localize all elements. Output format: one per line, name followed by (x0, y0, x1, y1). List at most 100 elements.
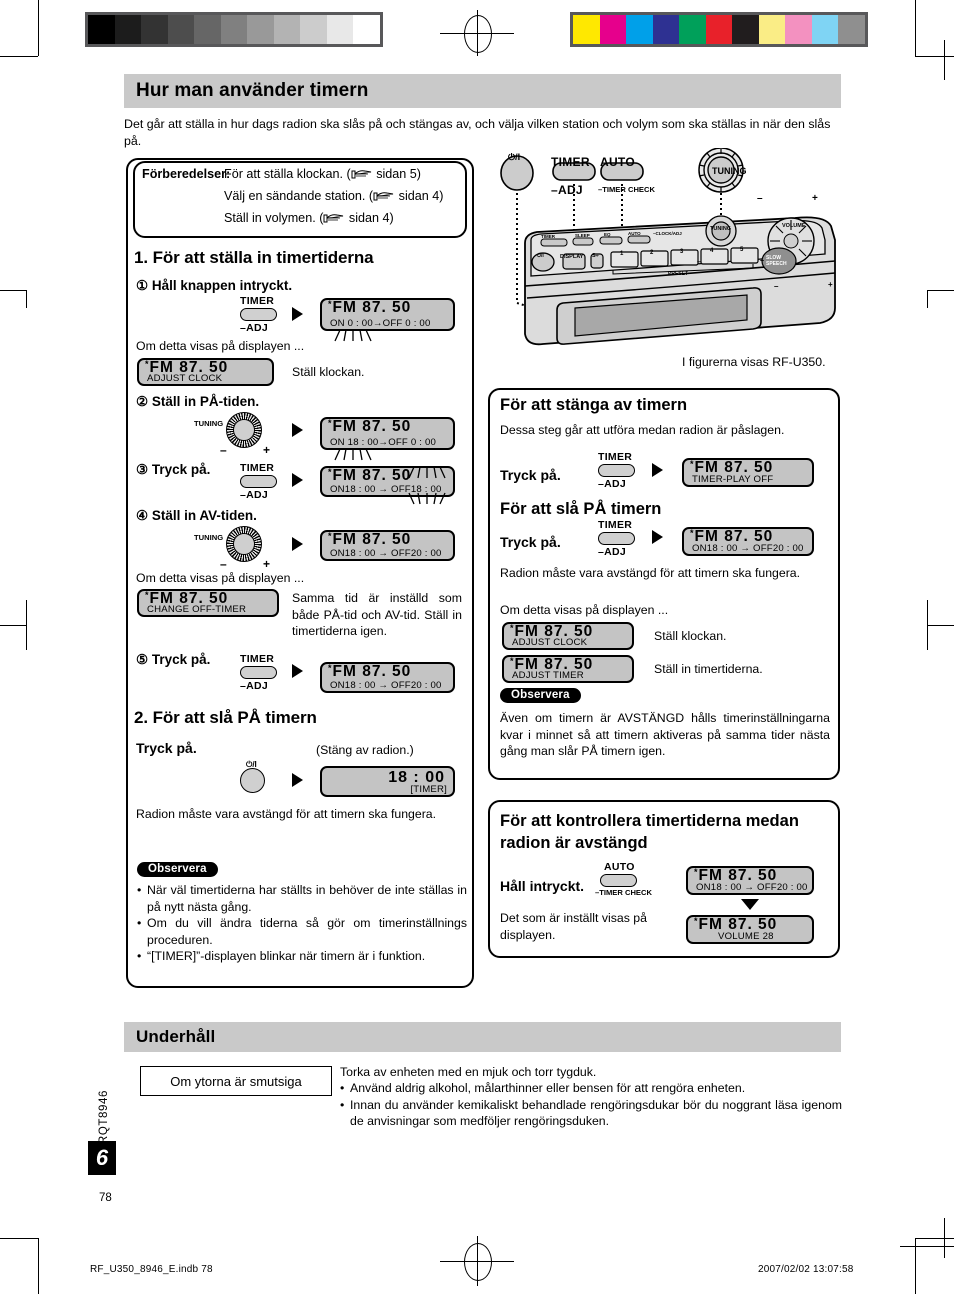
maintenance-lead: Torka av enheten med en mjuk och torr ty… (340, 1065, 597, 1079)
device-auto-label: AUTO (600, 155, 635, 169)
panel-minus: – (697, 259, 701, 266)
turnon-press: Tryck på. (500, 534, 561, 550)
step1-timer-button[interactable] (240, 308, 277, 321)
device-power-label: ⏻/I (508, 152, 521, 162)
grayscale-swatch (141, 15, 168, 44)
grayscale-swatch (247, 15, 274, 44)
section2-power-button[interactable] (240, 768, 265, 793)
crop-mark-tr-long (944, 40, 945, 80)
panel-slow-speech-label: SLOW SPEECH (766, 255, 787, 267)
turnoff-lcd-display: *FM 87. 50 TIMER-PLAY OFF (682, 458, 814, 487)
turnon-timer-lcd: *FM 87. 50 ADJUST TIMER (502, 655, 634, 683)
turnoff-press: Tryck på. (500, 467, 561, 483)
turnoff-lead: Dessa steg går att utföra medan radion ä… (500, 423, 785, 437)
color-swatch-green (679, 15, 706, 44)
flow-arrow-icon (292, 307, 303, 321)
crop-mark-br-h (915, 1238, 954, 1239)
check-auto-button[interactable] (600, 874, 637, 887)
step3-timer-button[interactable] (240, 475, 277, 488)
step4-note: Om detta visas på displayen ... (136, 571, 305, 585)
section2-press-label: Tryck på. (136, 740, 197, 756)
prep-item-3: Ställ in volymen. ( sidan 4) (224, 211, 394, 225)
flow-arrow-icon (652, 530, 663, 544)
crop-mark-right-vert (927, 600, 928, 650)
spine-code: RQT8946 (98, 1090, 110, 1145)
color-swatch-black (732, 15, 759, 44)
crop-mark-br-long (944, 1218, 945, 1258)
folio-number: 78 (99, 1192, 112, 1204)
section2-body: Radion måste vara avstängd för att timer… (136, 807, 437, 821)
panel-sleep-label: SLEEP (575, 233, 590, 238)
device-knob-plus: + (812, 193, 818, 204)
prep-row-3: Ställ in volymen. ( sidan 4) (142, 207, 462, 229)
flow-arrow-icon (652, 463, 663, 477)
grayscale-swatch (114, 15, 142, 44)
panel-timer-label: TIMER (541, 234, 555, 239)
list-item: Använd aldrig alkohol, målarthinner elle… (340, 1080, 842, 1097)
grayscale-swatch (167, 15, 195, 44)
lcd-status: ADJUST CLOCK (512, 637, 588, 648)
lcd-status: CHANGE OFF-TIMER (147, 604, 247, 615)
step1-note: Om detta visas på displayen ... (136, 339, 305, 353)
registration-mark-top (440, 10, 514, 56)
blink-indicator-icon (334, 329, 372, 342)
panel-tuning-label: TUNING (710, 226, 732, 232)
section1-title: 1. För att ställa in timertiderna (134, 248, 374, 267)
step1-label: ① Håll knappen intryckt. (136, 278, 293, 293)
flow-arrow-icon (292, 537, 303, 551)
panel-preset-3: 3 (680, 249, 684, 255)
lcd-frequency: *FM 87. 50 (328, 531, 412, 548)
turnoff-title: För att stänga av timern (500, 396, 688, 414)
observera-badge-left: Observera (137, 862, 218, 877)
step4-tuning-knob[interactable] (226, 526, 262, 562)
turnon-timer-button[interactable] (598, 532, 635, 545)
crop-mark-left-vert (26, 600, 27, 650)
step3-label: ③ Tryck på. (136, 462, 211, 477)
turnon-lcd-display: *FM 87. 50 ON18 : 00 → OFF20 : 00 (682, 527, 814, 556)
panel-preset-label: PRESET (668, 271, 689, 277)
prep-row-2: Välj en sändande station. ( sidan 4) (142, 185, 462, 207)
flow-arrow-icon (292, 473, 303, 487)
lcd-status: ADJUST CLOCK (147, 373, 223, 384)
panel-preset-1: 1 (620, 251, 624, 257)
panel-auto-label: AUTO (628, 231, 641, 236)
crop-mark-left-edge (0, 290, 26, 291)
step2-tuning-knob[interactable] (226, 412, 262, 448)
lcd-status: ON18 : 00 → OFF20 : 00 (696, 882, 808, 893)
intro-text: Det går att ställa in hur dags radion sk… (124, 117, 831, 148)
turnoff-timer-button[interactable] (598, 464, 635, 477)
prep-label: Förberedelser: (142, 167, 231, 181)
manual-page: Hur man använder timern Det går att stäl… (0, 0, 954, 1294)
turnon-clock-text: Ställ klockan. (654, 629, 727, 643)
device-timer-adj-label: –ADJ (551, 183, 583, 197)
footer-left-text: RF_U350_8946_E.indb 78 (90, 1264, 213, 1275)
preparations: Förberedelser: För att ställa klockan. (… (142, 163, 462, 229)
turnon-clock-lcd: *FM 87. 50 ADJUST CLOCK (502, 622, 634, 650)
observera-badge-right: Observera (500, 688, 581, 703)
grayscale-swatch (326, 15, 354, 44)
panel-preset-4: 4 (710, 248, 714, 254)
step2-label: ② Ställ in PÅ-tiden. (136, 394, 260, 409)
crop-mark-right-edge3 (927, 625, 954, 626)
color-swatch-pink (785, 15, 812, 44)
blink-indicator-icon (408, 492, 446, 505)
crop-mark-right-edge2 (927, 290, 928, 308)
minus-sign: – (220, 557, 227, 571)
color-swatch-gray (838, 15, 866, 44)
step5-timer-button[interactable] (240, 666, 277, 679)
prep-row-1: Förberedelser: För att ställa klockan. (… (142, 163, 462, 185)
grayscale-swatch (353, 15, 381, 44)
device-tuning-label: TUNING (712, 166, 747, 176)
lcd-status: TIMER-PLAY OFF (692, 474, 774, 485)
list-item: “[TIMER]”-displayen blinkar när timern ä… (137, 948, 467, 965)
turnoff-button-top: TIMER (598, 451, 633, 463)
lcd-frequency: *FM 87. 50 (328, 663, 412, 680)
crop-mark-br-long2 (900, 1246, 954, 1247)
maintenance-title: Underhåll (136, 1027, 216, 1046)
panel-preset-5: 5 (740, 247, 744, 253)
check-body: Det som är inställt visas på displayen. (500, 911, 647, 942)
page-title: Hur man använder timern (136, 80, 369, 101)
grayscale-swatch (194, 15, 221, 44)
step1-button-bottom-label: –ADJ (240, 322, 269, 334)
lcd-status: ADJUST TIMER (512, 670, 584, 681)
